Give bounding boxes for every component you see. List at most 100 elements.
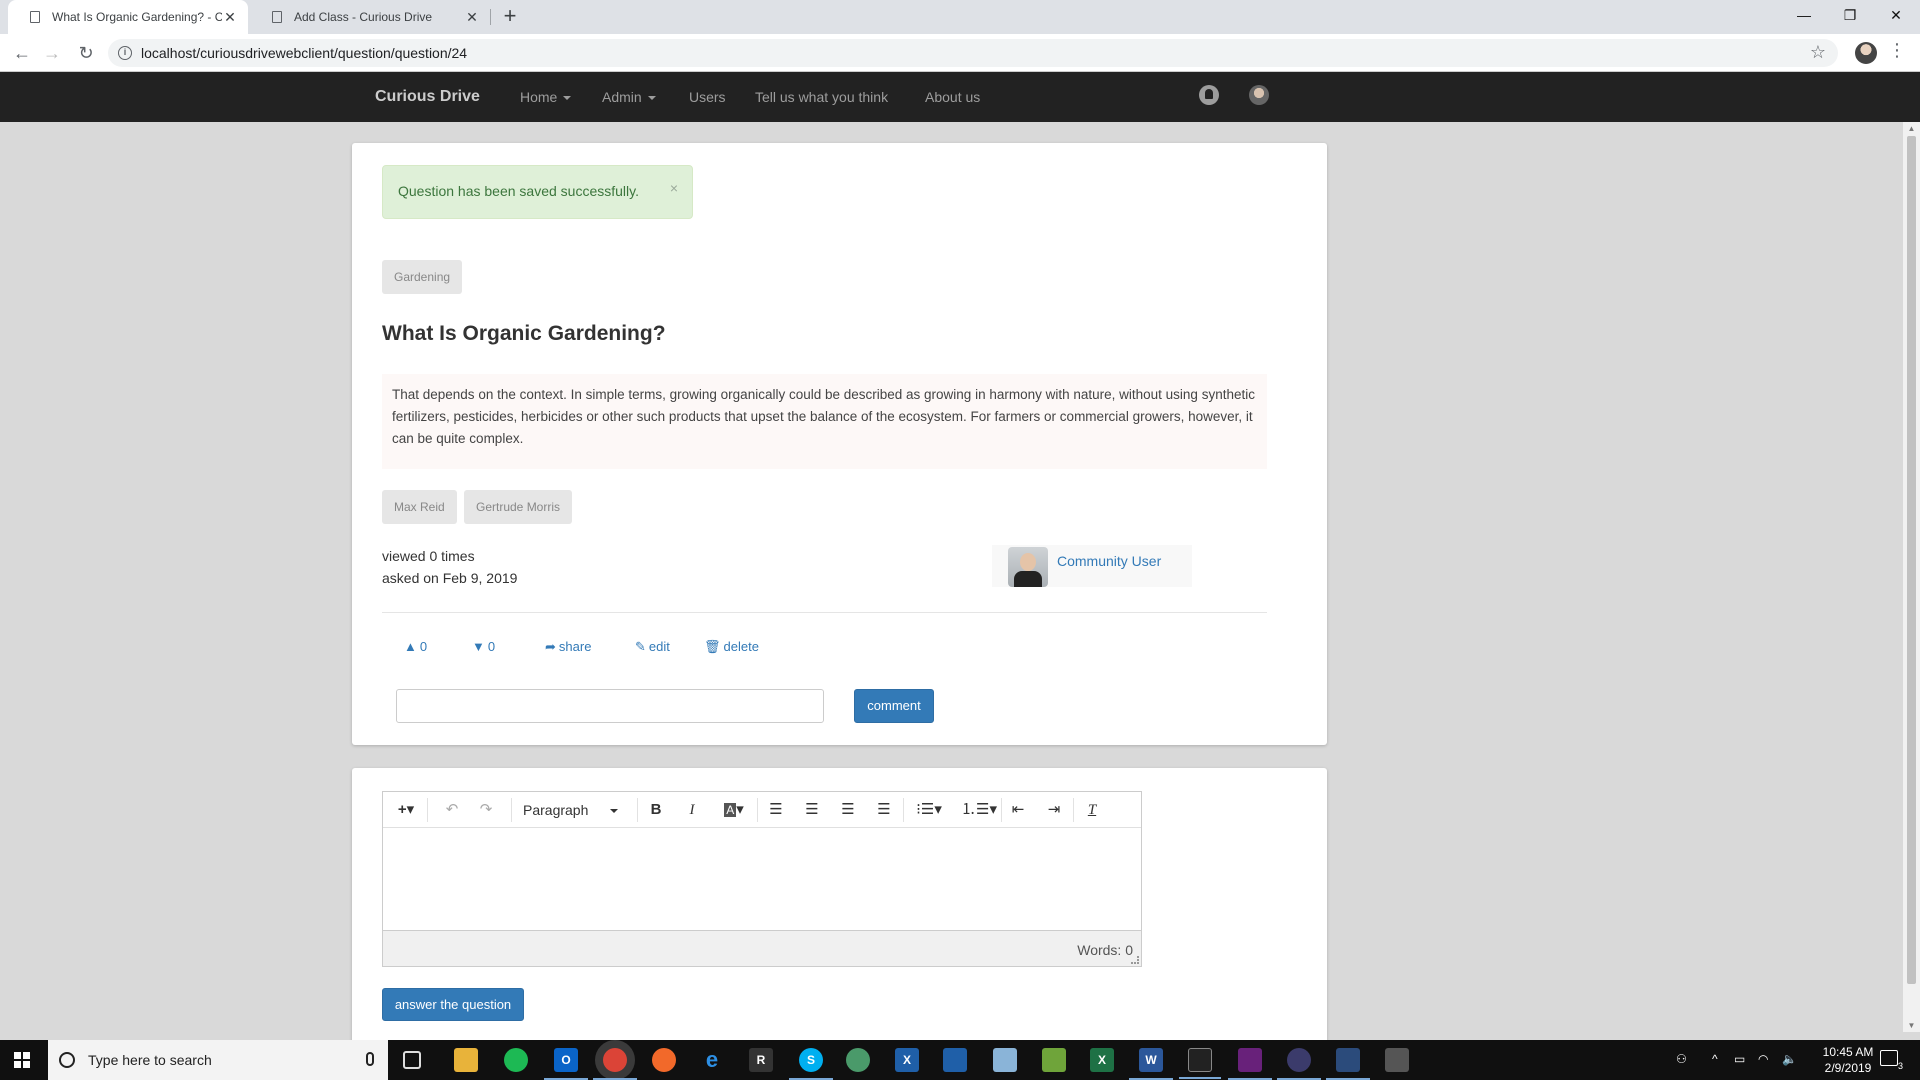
- action-center-icon[interactable]: 3: [1880, 1050, 1903, 1071]
- rider-icon[interactable]: R: [749, 1048, 773, 1072]
- notepad-icon[interactable]: [993, 1048, 1017, 1072]
- calculator-icon[interactable]: [1385, 1048, 1409, 1072]
- category-tag[interactable]: Gardening: [382, 260, 463, 294]
- restore-icon[interactable]: ❐: [1827, 0, 1873, 30]
- close-tab-icon[interactable]: ✕: [464, 9, 480, 25]
- back-icon[interactable]: ←: [8, 40, 36, 66]
- spotify-icon[interactable]: [504, 1048, 528, 1072]
- undo-icon[interactable]: ↶: [443, 800, 461, 820]
- nav-users[interactable]: Users: [689, 89, 726, 105]
- minimize-icon[interactable]: —: [1781, 0, 1827, 30]
- nav-about[interactable]: About us: [925, 89, 980, 105]
- delete-label: delete: [723, 639, 759, 654]
- edit-icon: ✎: [635, 639, 646, 654]
- trash-icon: 🗑: [704, 639, 721, 654]
- indent-icon[interactable]: ⇥: [1045, 800, 1063, 820]
- outlook-icon[interactable]: O: [544, 1048, 588, 1080]
- db-tool-icon[interactable]: [1277, 1048, 1321, 1080]
- edit-button[interactable]: ✎ edit: [635, 639, 670, 655]
- word-icon[interactable]: W: [1129, 1048, 1173, 1080]
- align-left-icon[interactable]: ☰: [767, 800, 785, 820]
- task-view-icon[interactable]: [403, 1051, 421, 1069]
- menu-icon[interactable]: ⋮: [1888, 40, 1906, 61]
- address-bar[interactable]: i localhost/curiousdrivewebclient/questi…: [108, 39, 1838, 67]
- scroll-down-icon[interactable]: ▼: [1907, 1021, 1916, 1030]
- downvote-button[interactable]: ▼ 0: [472, 639, 495, 654]
- info-icon[interactable]: i: [118, 46, 132, 60]
- notification-bell-icon[interactable]: [1199, 85, 1219, 105]
- delete-button[interactable]: 🗑 delete: [704, 639, 759, 655]
- excel-icon[interactable]: X: [1090, 1048, 1114, 1072]
- close-tab-icon[interactable]: ✕: [222, 9, 238, 25]
- bullet-list-icon[interactable]: ⁝☰▾: [913, 800, 945, 820]
- profile-avatar-icon[interactable]: [1855, 42, 1877, 64]
- file-explorer-icon[interactable]: [454, 1048, 478, 1072]
- format-select[interactable]: Paragraph: [523, 800, 629, 820]
- visual-studio-icon[interactable]: [1228, 1048, 1272, 1080]
- spreadsheet-icon[interactable]: [1042, 1048, 1066, 1072]
- firefox-icon[interactable]: [652, 1048, 676, 1072]
- skype-icon[interactable]: S: [789, 1048, 833, 1080]
- editor-text-area[interactable]: [383, 828, 1141, 930]
- user-tag[interactable]: Max Reid: [382, 490, 457, 524]
- battery-icon[interactable]: ▭: [1734, 1052, 1745, 1066]
- insert-plus-icon[interactable]: +▾: [391, 800, 421, 820]
- outdent-icon[interactable]: ⇤: [1009, 800, 1027, 820]
- nav-feedback[interactable]: Tell us what you think: [755, 89, 888, 105]
- sql-tool-icon[interactable]: [1326, 1048, 1370, 1080]
- user-tag[interactable]: Gertrude Morris: [464, 490, 573, 524]
- wifi-icon[interactable]: ◠: [1758, 1052, 1768, 1066]
- people-icon[interactable]: ⚇: [1676, 1052, 1687, 1066]
- close-window-icon[interactable]: ✕: [1873, 0, 1919, 30]
- text-color-icon[interactable]: A ▾: [719, 800, 749, 820]
- browser-tab[interactable]: Add Class - Curious Drive ✕: [250, 0, 490, 34]
- share-label: share: [558, 639, 592, 654]
- edge-icon[interactable]: e: [700, 1048, 724, 1072]
- nav-home[interactable]: Home: [520, 89, 572, 105]
- terminal-icon[interactable]: [1179, 1048, 1221, 1079]
- align-justify-icon[interactable]: ☰: [875, 800, 893, 820]
- align-right-icon[interactable]: ☰: [839, 800, 857, 820]
- bold-icon[interactable]: B: [647, 800, 665, 820]
- redo-icon[interactable]: ↷: [477, 800, 495, 820]
- comment-input[interactable]: [396, 689, 824, 723]
- taskbar-search[interactable]: Type here to search: [48, 1040, 388, 1080]
- globe-app-icon[interactable]: [846, 1048, 870, 1072]
- numbered-list-icon[interactable]: ⒈☰▾: [961, 800, 997, 820]
- toolbar-separator: [1001, 798, 1002, 822]
- answer-editor: +▾ ↶ ↷ Paragraph B I A ▾ ☰ ☰ ☰ ☰ ⁝☰▾ ⒈☰▾ …: [382, 791, 1142, 967]
- url-text[interactable]: localhost/curiousdrivewebclient/question…: [141, 45, 467, 61]
- close-alert-icon[interactable]: ×: [670, 180, 678, 196]
- reload-icon[interactable]: ↻: [72, 40, 100, 66]
- vertical-scrollbar[interactable]: ▲ ▼: [1903, 122, 1920, 1032]
- windows-start-icon[interactable]: [14, 1052, 30, 1068]
- toolbar-separator: [1073, 798, 1074, 822]
- align-center-icon[interactable]: ☰: [803, 800, 821, 820]
- share-button[interactable]: ➦ share: [545, 639, 591, 655]
- upvote-button[interactable]: ▲ 0: [404, 639, 427, 654]
- scroll-up-icon[interactable]: ▲: [1907, 124, 1916, 133]
- xml-tool-icon[interactable]: X: [895, 1048, 919, 1072]
- tab-title: What Is Organic Gardening? - Cu: [52, 10, 222, 24]
- answer-button[interactable]: answer the question: [382, 988, 524, 1021]
- scrollbar-thumb[interactable]: [1907, 136, 1916, 984]
- brand-link[interactable]: Curious Drive: [375, 88, 480, 106]
- nav-admin[interactable]: Admin: [602, 89, 656, 105]
- share-arrow-icon: ➦: [545, 639, 556, 654]
- show-hidden-icons[interactable]: ^: [1712, 1052, 1718, 1066]
- clear-formatting-icon[interactable]: T: [1083, 800, 1101, 820]
- dev-tool-icon[interactable]: [943, 1048, 967, 1072]
- chrome-icon[interactable]: [593, 1048, 637, 1080]
- asker-name-link[interactable]: Community User: [1057, 553, 1161, 569]
- system-clock[interactable]: 10:45 AM 2/9/2019: [1818, 1044, 1878, 1076]
- microphone-icon[interactable]: [366, 1052, 374, 1066]
- browser-tab-active[interactable]: What Is Organic Gardening? - Cu ✕: [8, 0, 248, 34]
- user-avatar-icon[interactable]: [1249, 85, 1269, 105]
- italic-icon[interactable]: I: [683, 800, 701, 820]
- volume-icon[interactable]: 🔈: [1782, 1052, 1797, 1066]
- bookmark-star-icon[interactable]: ☆: [1810, 42, 1826, 63]
- forward-icon[interactable]: →: [38, 40, 66, 66]
- resize-handle[interactable]: [1131, 956, 1139, 964]
- comment-button[interactable]: comment: [854, 689, 934, 723]
- new-tab-icon[interactable]: +: [498, 5, 522, 29]
